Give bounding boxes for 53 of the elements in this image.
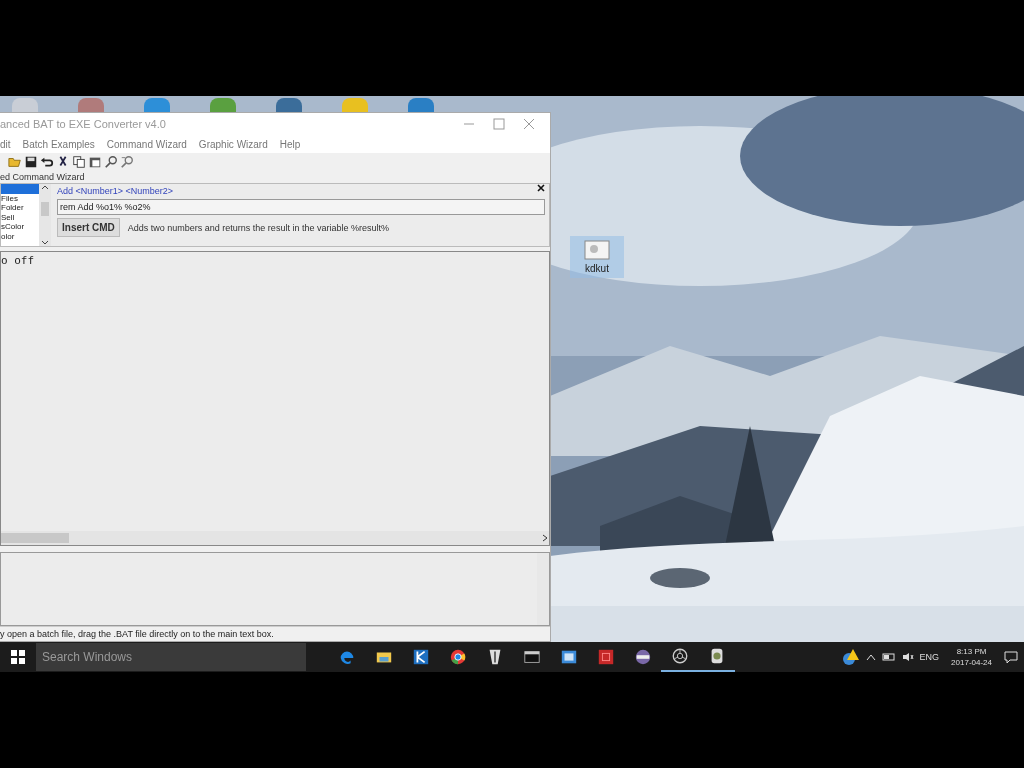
shortcut-label: kdkut: [585, 263, 609, 274]
window-title: anced BAT to EXE Converter v4.0: [0, 118, 167, 130]
scroll-down-icon[interactable]: [41, 240, 49, 246]
battery-icon[interactable]: [881, 653, 896, 661]
app-icon: [596, 648, 615, 666]
clock-date[interactable]: 2017-04-24: [951, 657, 992, 668]
copy-icon[interactable]: [72, 155, 86, 169]
clipboard-icon[interactable]: [88, 155, 102, 169]
file-icon: [584, 240, 610, 260]
windows-start-icon[interactable]: [11, 650, 25, 664]
menu-item[interactable]: Help: [279, 138, 301, 150]
list-item[interactable]: olor: [1, 231, 39, 241]
code-line: o off: [1, 253, 36, 269]
speaker-icon[interactable]: [901, 652, 914, 662]
floppy-icon[interactable]: [24, 155, 38, 169]
scroll-up-icon[interactable]: [41, 184, 49, 190]
terminal-icon: [522, 648, 541, 666]
scrollbar[interactable]: [39, 184, 51, 246]
desktop-icon[interactable]: [274, 98, 304, 112]
list-item[interactable]: sColor: [1, 222, 39, 232]
search-icon[interactable]: [120, 155, 134, 169]
scroll-right-icon[interactable]: [541, 534, 549, 542]
status-text: y open a batch file, drag the .BAT file directly on to the main text box.: [0, 626, 550, 641]
insert-button[interactable]: Insert CMD: [57, 218, 120, 237]
command-syntax: Add <Number1> <Number2>: [57, 186, 174, 196]
panel-title: ed Command Wizard: [0, 171, 86, 183]
list-item[interactable]: Files: [1, 193, 39, 203]
menu-item[interactable]: Batch Examples: [22, 138, 95, 150]
code-editor[interactable]: o off: [0, 251, 550, 546]
search-icon[interactable]: [104, 155, 118, 169]
undo-icon[interactable]: [40, 155, 54, 169]
list-item[interactable]: Sell: [1, 212, 39, 222]
close-icon[interactable]: [537, 184, 545, 192]
menu-item[interactable]: dit: [0, 138, 11, 150]
notification-icon[interactable]: [1004, 650, 1018, 664]
app-icon: [411, 648, 430, 666]
list-item[interactable]: Folder: [1, 203, 39, 213]
browser-icon: [448, 648, 467, 666]
warning-icon[interactable]: [841, 648, 860, 666]
command-description: Adds two numbers and returns the result in the variable %result%: [127, 222, 389, 233]
window-icon: [559, 648, 578, 666]
disc-icon: [633, 648, 652, 666]
desktop-shortcut[interactable]: kdkut: [570, 236, 624, 278]
menu-item[interactable]: Graphic Wizard: [198, 138, 268, 150]
command-field[interactable]: rem Add %o1% %o2%: [57, 199, 545, 215]
horizontal-scrollbar[interactable]: [1, 531, 549, 545]
menu-item[interactable]: Command Wizard: [106, 138, 187, 150]
clock-time[interactable]: 8:13 PM: [956, 646, 987, 657]
search-field[interactable]: Search Windows: [36, 643, 306, 671]
language-indicator[interactable]: ENG: [919, 652, 940, 662]
command-list[interactable]: Files Folder Sell sColor olor: [1, 184, 39, 246]
aperture-icon: [670, 647, 689, 665]
chevron-icon[interactable]: [865, 653, 876, 661]
